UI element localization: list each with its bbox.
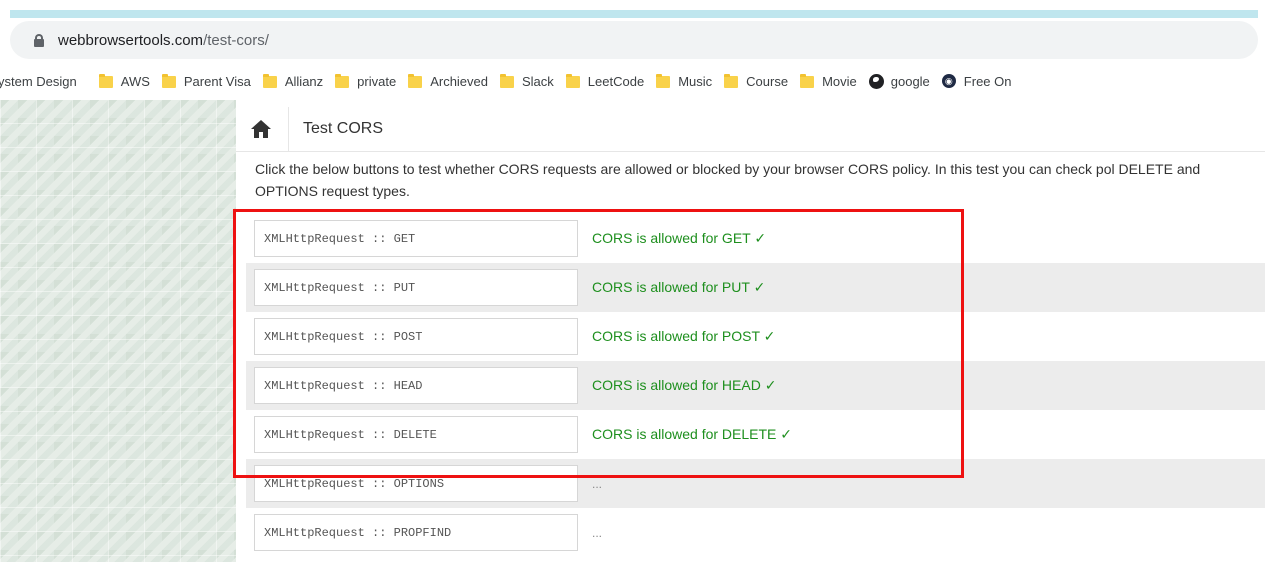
bookmark-label: Parent Visa: [183, 73, 251, 89]
result-options: ...: [592, 476, 603, 491]
test-row-post: XMLHttpRequest :: POST CORS is allowed f…: [246, 312, 1265, 361]
bookmark-movie[interactable]: Movie: [800, 69, 857, 93]
folder-icon: [335, 73, 350, 88]
browser-top-accent: [10, 10, 1258, 18]
url-path: /test-cors/: [203, 31, 269, 49]
xhr-post-button[interactable]: XMLHttpRequest :: POST: [254, 318, 578, 355]
globe-icon: [868, 73, 884, 89]
test-row-propfind: XMLHttpRequest :: PROPFIND ...: [246, 508, 1265, 557]
url-text[interactable]: webbrowsertools.com/test-cors/: [58, 32, 269, 49]
folder-icon: [262, 73, 277, 88]
bookmark-label: Slack: [522, 73, 554, 89]
folder-icon: [565, 73, 580, 88]
xhr-delete-button[interactable]: XMLHttpRequest :: DELETE: [254, 416, 578, 453]
xhr-get-button[interactable]: XMLHttpRequest :: GET: [254, 220, 578, 257]
folder-icon: [161, 73, 176, 88]
site-icon: ◉: [941, 74, 956, 88]
result-propfind: ...: [592, 525, 603, 540]
bookmark-private[interactable]: private: [335, 69, 396, 93]
folder-icon: [724, 73, 739, 88]
folder-icon: [500, 73, 514, 88]
test-row-delete: XMLHttpRequest :: DELETE CORS is allowed…: [246, 410, 1265, 459]
bookmark-label: google: [890, 73, 930, 89]
page-header: Test CORS: [236, 107, 1265, 152]
bookmark-label: LeetCode: [587, 73, 645, 89]
url-domain: webbrowsertools.com: [58, 31, 204, 49]
bookmark-label: Movie: [822, 73, 857, 89]
bookmark-label: Music: [678, 73, 713, 89]
main-content: Test CORS Click the below buttons to tes…: [236, 100, 1265, 562]
result-post: CORS is allowed for POST ✓: [592, 328, 776, 344]
result-head: CORS is allowed for HEAD ✓: [592, 377, 777, 393]
background-pattern: [0, 100, 236, 562]
page-description: Click the below buttons to test whether …: [255, 161, 1201, 199]
result-get: CORS is allowed for GET ✓: [592, 230, 767, 246]
bookmark-label: AWS: [120, 73, 150, 89]
bookmark-label: ystem Design: [0, 73, 77, 89]
bookmark-label: Free On: [963, 73, 1012, 89]
bookmarks-bar: ystem Design AWS Parent Visa Allianz pri…: [0, 66, 1265, 96]
bookmark-label: private: [357, 73, 397, 89]
bookmark-leetcode[interactable]: LeetCode: [565, 69, 645, 93]
bookmark-aws[interactable]: AWS: [98, 69, 150, 93]
header-divider: [288, 107, 289, 151]
bookmark-system-design[interactable]: ystem Design: [0, 69, 77, 93]
bookmark-archieved[interactable]: Archieved: [408, 69, 488, 93]
xhr-propfind-button[interactable]: XMLHttpRequest :: PROPFIND: [254, 514, 578, 551]
test-row-options: XMLHttpRequest :: OPTIONS ...: [246, 459, 1265, 508]
xhr-options-button[interactable]: XMLHttpRequest :: OPTIONS: [254, 465, 578, 502]
folder-icon: [408, 73, 423, 88]
home-icon[interactable]: [251, 120, 271, 138]
bookmark-label: Allianz: [284, 73, 324, 89]
test-list: XMLHttpRequest :: GET CORS is allowed fo…: [246, 214, 1265, 557]
bookmark-label: Archieved: [430, 73, 488, 89]
test-row-put: XMLHttpRequest :: PUT CORS is allowed fo…: [246, 263, 1265, 312]
result-delete: CORS is allowed for DELETE ✓: [592, 426, 793, 442]
bookmark-google[interactable]: google: [868, 69, 930, 93]
bookmark-free-on[interactable]: ◉ Free On: [941, 69, 1012, 93]
result-put: CORS is allowed for PUT ✓: [592, 279, 766, 295]
lock-icon: [34, 33, 44, 47]
xhr-put-button[interactable]: XMLHttpRequest :: PUT: [254, 269, 578, 306]
bookmark-course[interactable]: Course: [724, 69, 788, 93]
bookmark-music[interactable]: Music: [656, 69, 712, 93]
folder-icon: [656, 73, 671, 88]
page-title: Test CORS: [303, 120, 384, 137]
bookmark-label: Course: [746, 73, 789, 89]
bookmark-allianz[interactable]: Allianz: [262, 69, 324, 93]
test-row-get: XMLHttpRequest :: GET CORS is allowed fo…: [246, 214, 1265, 263]
bookmark-parent-visa[interactable]: Parent Visa: [161, 69, 251, 93]
test-row-head: XMLHttpRequest :: HEAD CORS is allowed f…: [246, 361, 1265, 410]
bookmark-slack[interactable]: Slack: [500, 69, 554, 93]
xhr-head-button[interactable]: XMLHttpRequest :: HEAD: [254, 367, 578, 404]
address-bar[interactable]: webbrowsertools.com/test-cors/: [10, 21, 1258, 59]
folder-icon: [800, 73, 815, 88]
folder-icon: [98, 73, 113, 88]
